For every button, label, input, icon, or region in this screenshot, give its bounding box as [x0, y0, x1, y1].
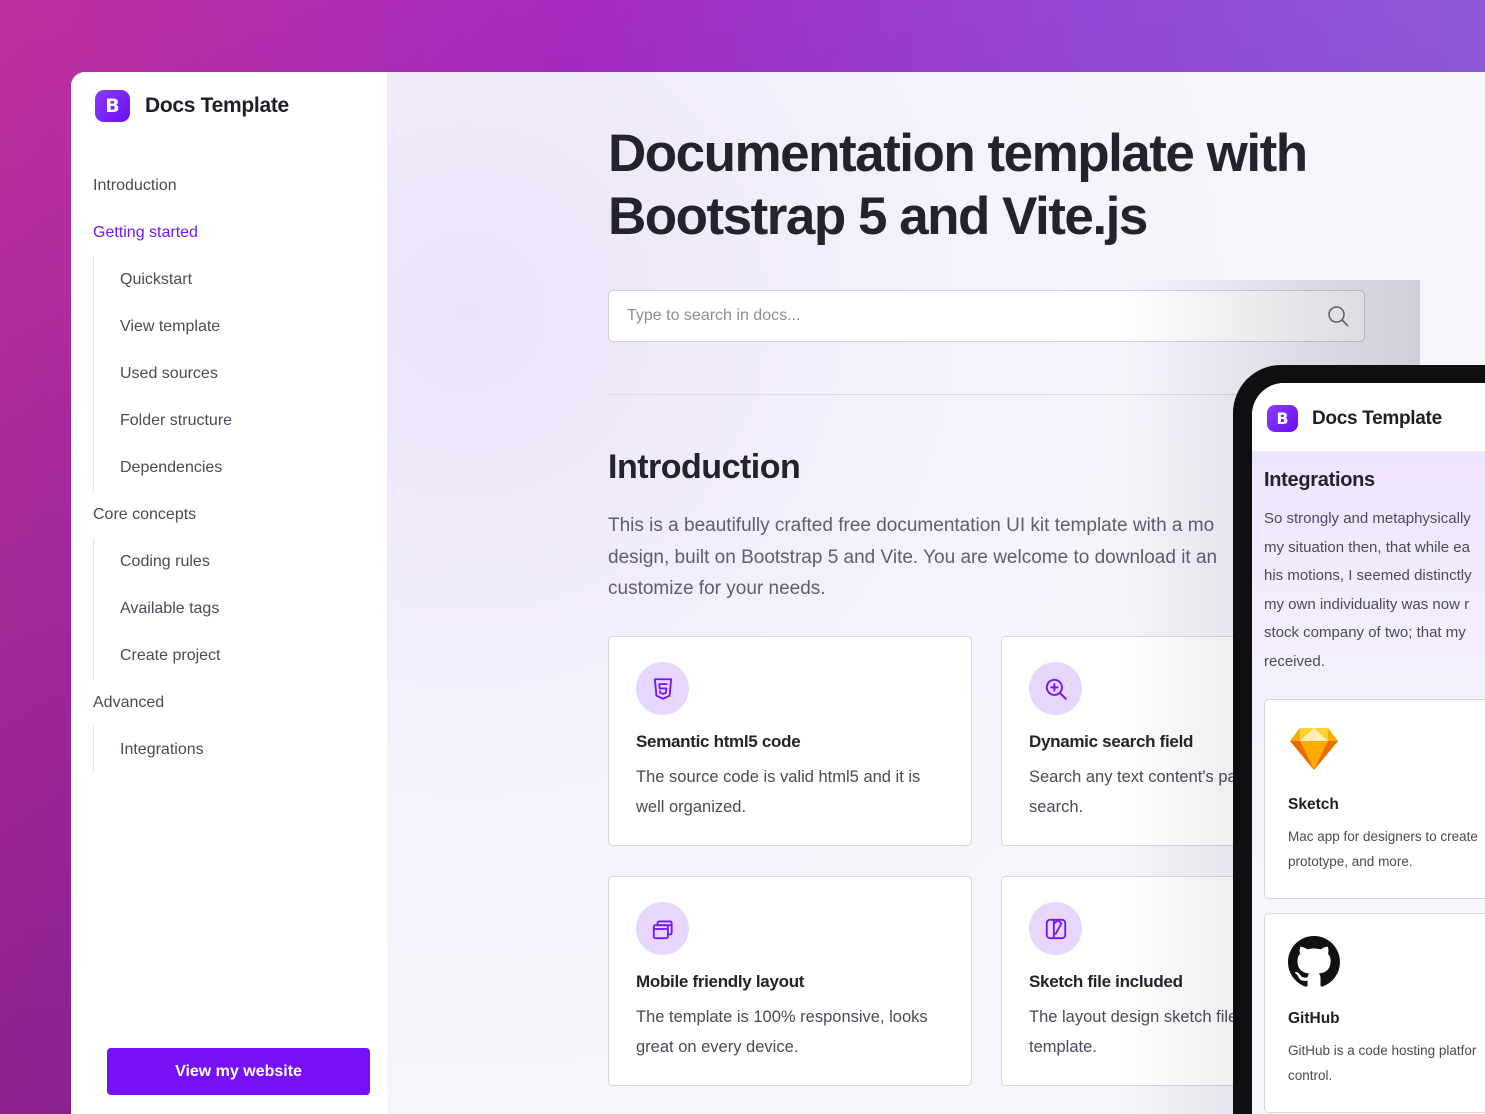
- sidebar-item-quickstart[interactable]: Quickstart: [94, 256, 363, 303]
- card-title: Semantic html5 code: [636, 732, 801, 751]
- sidebar-item-available-tags[interactable]: Available tags: [94, 585, 363, 632]
- card-text: The source code is valid html5 and it is…: [636, 768, 921, 816]
- phone-screen: B Docs Template Integrations So strongly…: [1252, 383, 1485, 1114]
- sketch-logo-icon: [1290, 728, 1338, 770]
- html5-icon: [653, 677, 672, 700]
- view-website-button[interactable]: View my website: [107, 1048, 370, 1095]
- feature-card-html5[interactable]: Semantic html5 code The source code is v…: [608, 636, 972, 846]
- sidebar-group-introduction[interactable]: Introduction: [93, 162, 363, 209]
- page-title-line-1: Documentation template with: [608, 124, 1308, 183]
- feature-card-mobile[interactable]: Mobile friendly layout The template is 1…: [608, 876, 972, 1086]
- sidebar-nav: Introduction Getting started Quickstart …: [93, 162, 363, 773]
- phone-paragraph: So strongly and metaphysically my situat…: [1264, 505, 1485, 676]
- phone-text-line: his motions, I seemed distinctly: [1264, 567, 1472, 584]
- sidebar-item-used-sources[interactable]: Used sources: [94, 350, 363, 397]
- brand-name: Docs Template: [145, 94, 289, 117]
- phone-header: B Docs Template: [1252, 383, 1485, 452]
- integration-card-sketch[interactable]: Sketch Mac app for designers to create p…: [1264, 699, 1485, 899]
- phone-text-line: my own individuality was now r: [1264, 595, 1470, 613]
- phone-text-line: So strongly and metaphysically: [1264, 510, 1471, 527]
- sketch-file-icon: [1045, 918, 1066, 939]
- sidebar-group-advanced[interactable]: Advanced: [93, 679, 363, 726]
- sidebar-subnav-core-concepts: Coding rules Available tags Create proje…: [93, 538, 363, 679]
- zoom-in-icon: [1045, 678, 1067, 700]
- phone-section-title: Integrations: [1264, 469, 1375, 491]
- sidebar: B Docs Template Introduction Getting sta…: [71, 72, 387, 1114]
- sidebar-group-getting-started[interactable]: Getting started: [93, 209, 363, 256]
- bootstrap-logo-icon: B: [1267, 405, 1298, 432]
- sidebar-item-integrations[interactable]: Integrations: [94, 726, 363, 773]
- bootstrap-logo-icon: B: [95, 90, 130, 122]
- integration-card-text-line: Mac app for designers to create: [1288, 829, 1478, 844]
- page-title-line-2: Bootstrap 5 and Vite.js: [608, 187, 1148, 246]
- sidebar-item-create-project[interactable]: Create project: [94, 632, 363, 679]
- github-logo-icon: [1288, 936, 1340, 987]
- intro-line-3: customize for your needs.: [608, 578, 826, 599]
- section-title-introduction: Introduction: [608, 448, 801, 486]
- card-title: Mobile friendly layout: [636, 972, 805, 991]
- integration-card-text-line: GitHub is a code hosting platfor: [1288, 1043, 1477, 1058]
- sidebar-item-dependencies[interactable]: Dependencies: [94, 444, 363, 491]
- sidebar-item-view-template[interactable]: View template: [94, 303, 363, 350]
- integration-card-text-line: prototype, and more.: [1288, 854, 1413, 869]
- integration-card-text: Mac app for designers to create prototyp…: [1288, 824, 1485, 874]
- integration-card-title: Sketch: [1288, 796, 1339, 813]
- phone-brand[interactable]: B Docs Template: [1267, 405, 1442, 432]
- sidebar-item-folder-structure[interactable]: Folder structure: [94, 397, 363, 444]
- integration-card-github[interactable]: GitHub GitHub is a code hosting platfor …: [1264, 913, 1485, 1113]
- phone-brand-name: Docs Template: [1312, 407, 1442, 429]
- card-icon-bg: [1029, 662, 1082, 715]
- integration-card-text: GitHub is a code hosting platfor control…: [1288, 1038, 1485, 1088]
- phone-text-line: stock company of two; that my: [1264, 624, 1466, 641]
- brand[interactable]: B Docs Template: [95, 90, 289, 122]
- sidebar-subnav-advanced: Integrations: [93, 726, 363, 773]
- card-icon-bg: [1029, 902, 1082, 955]
- card-icon-bg: [636, 662, 689, 715]
- stacked-windows-icon: [652, 919, 673, 939]
- page-title: Documentation template with Bootstrap 5 …: [608, 122, 1368, 248]
- card-icon-bg: [636, 902, 689, 955]
- sidebar-group-core-concepts[interactable]: Core concepts: [93, 491, 363, 538]
- integration-card-text-line: control.: [1288, 1068, 1333, 1083]
- integration-card-title: GitHub: [1288, 1010, 1340, 1027]
- sidebar-item-coding-rules[interactable]: Coding rules: [94, 538, 363, 585]
- sidebar-subnav-getting-started: Quickstart View template Used sources Fo…: [93, 256, 363, 491]
- phone-text-line: my situation then, that while ea: [1264, 538, 1470, 556]
- card-text: The template is 100% responsive, looks g…: [636, 1008, 928, 1056]
- phone-text-line: received.: [1264, 652, 1325, 670]
